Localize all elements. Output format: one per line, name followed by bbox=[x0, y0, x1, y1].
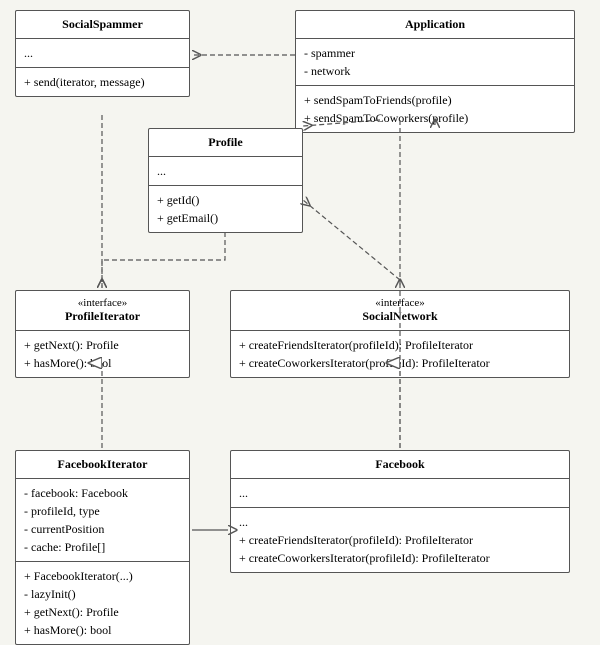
profile-iterator-label: ProfileIterator bbox=[65, 309, 140, 323]
fi-method-4: + hasMore(): bool bbox=[24, 621, 181, 639]
prof-method-1: + getId() bbox=[157, 191, 294, 209]
fi-field-1: - facebook: Facebook bbox=[24, 484, 181, 502]
social-spammer-methods: + send(iterator, message) bbox=[16, 68, 189, 96]
facebook-box: Facebook ... ... + createFriendsIterator… bbox=[230, 450, 570, 573]
ss-method-1: + send(iterator, message) bbox=[24, 73, 181, 91]
social-network-stereotype: «interface» bbox=[239, 297, 561, 309]
uml-diagram: SocialSpammer ... + send(iterator, messa… bbox=[0, 0, 600, 630]
profile-label: Profile bbox=[208, 135, 242, 149]
fb-field-1: ... bbox=[239, 484, 561, 502]
facebook-iterator-title: FacebookIterator bbox=[16, 451, 189, 479]
fb-method-2: + createCoworkersIterator(profileId): Pr… bbox=[239, 549, 561, 567]
application-methods: + sendSpamToFriends(profile) + sendSpamT… bbox=[296, 86, 574, 132]
fi-field-4: - cache: Profile[] bbox=[24, 538, 181, 556]
profile-methods: + getId() + getEmail() bbox=[149, 186, 302, 232]
social-network-label: SocialNetwork bbox=[362, 309, 437, 323]
profile-title: Profile bbox=[149, 129, 302, 157]
fi-method-1: + FacebookIterator(...) bbox=[24, 567, 181, 585]
facebook-iterator-methods: + FacebookIterator(...) - lazyInit() + g… bbox=[16, 562, 189, 644]
profile-fields: ... bbox=[149, 157, 302, 186]
application-box: Application - spammer - network + sendSp… bbox=[295, 10, 575, 133]
facebook-label: Facebook bbox=[375, 457, 424, 471]
prof-field-1: ... bbox=[157, 162, 294, 180]
application-title: Application bbox=[296, 11, 574, 39]
sn-method-1: + createFriendsIterator(profileId): Prof… bbox=[239, 336, 561, 354]
fi-method-2: - lazyInit() bbox=[24, 585, 181, 603]
social-network-methods: + createFriendsIterator(profileId): Prof… bbox=[231, 331, 569, 377]
facebook-iterator-box: FacebookIterator - facebook: Facebook - … bbox=[15, 450, 190, 645]
profile-box: Profile ... + getId() + getEmail() bbox=[148, 128, 303, 233]
pi-method-2: + hasMore(): bool bbox=[24, 354, 181, 372]
application-fields: - spammer - network bbox=[296, 39, 574, 86]
app-method-2: + sendSpamToCoworkers(profile) bbox=[304, 109, 566, 127]
sn-method-2: + createCoworkersIterator(profileId): Pr… bbox=[239, 354, 561, 372]
facebook-methods: ... + createFriendsIterator(profileId): … bbox=[231, 508, 569, 572]
app-field-2: - network bbox=[304, 62, 566, 80]
social-network-title: «interface» SocialNetwork bbox=[231, 291, 569, 331]
fb-method-0: ... bbox=[239, 513, 561, 531]
profile-to-pi-arrow bbox=[102, 232, 225, 288]
fi-field-3: - currentPosition bbox=[24, 520, 181, 538]
social-spammer-fields: ... bbox=[16, 39, 189, 68]
profile-iterator-title: «interface» ProfileIterator bbox=[16, 291, 189, 331]
profile-iterator-stereotype: «interface» bbox=[24, 297, 181, 309]
fb-method-1: + createFriendsIterator(profileId): Prof… bbox=[239, 531, 561, 549]
app-method-1: + sendSpamToFriends(profile) bbox=[304, 91, 566, 109]
fi-method-3: + getNext(): Profile bbox=[24, 603, 181, 621]
facebook-iterator-fields: - facebook: Facebook - profileId, type -… bbox=[16, 479, 189, 562]
facebook-iterator-label: FacebookIterator bbox=[58, 457, 148, 471]
fi-field-2: - profileId, type bbox=[24, 502, 181, 520]
application-label: Application bbox=[405, 17, 465, 31]
social-network-box: «interface» SocialNetwork + createFriend… bbox=[230, 290, 570, 378]
social-spammer-title: SocialSpammer bbox=[16, 11, 189, 39]
ss-field-1: ... bbox=[24, 44, 181, 62]
prof-method-2: + getEmail() bbox=[157, 209, 294, 227]
app-field-1: - spammer bbox=[304, 44, 566, 62]
social-spammer-label: SocialSpammer bbox=[62, 17, 143, 31]
social-spammer-box: SocialSpammer ... + send(iterator, messa… bbox=[15, 10, 190, 97]
facebook-title: Facebook bbox=[231, 451, 569, 479]
pi-method-1: + getNext(): Profile bbox=[24, 336, 181, 354]
profile-iterator-box: «interface» ProfileIterator + getNext():… bbox=[15, 290, 190, 378]
facebook-fields: ... bbox=[231, 479, 569, 508]
profile-iterator-methods: + getNext(): Profile + hasMore(): bool bbox=[16, 331, 189, 377]
